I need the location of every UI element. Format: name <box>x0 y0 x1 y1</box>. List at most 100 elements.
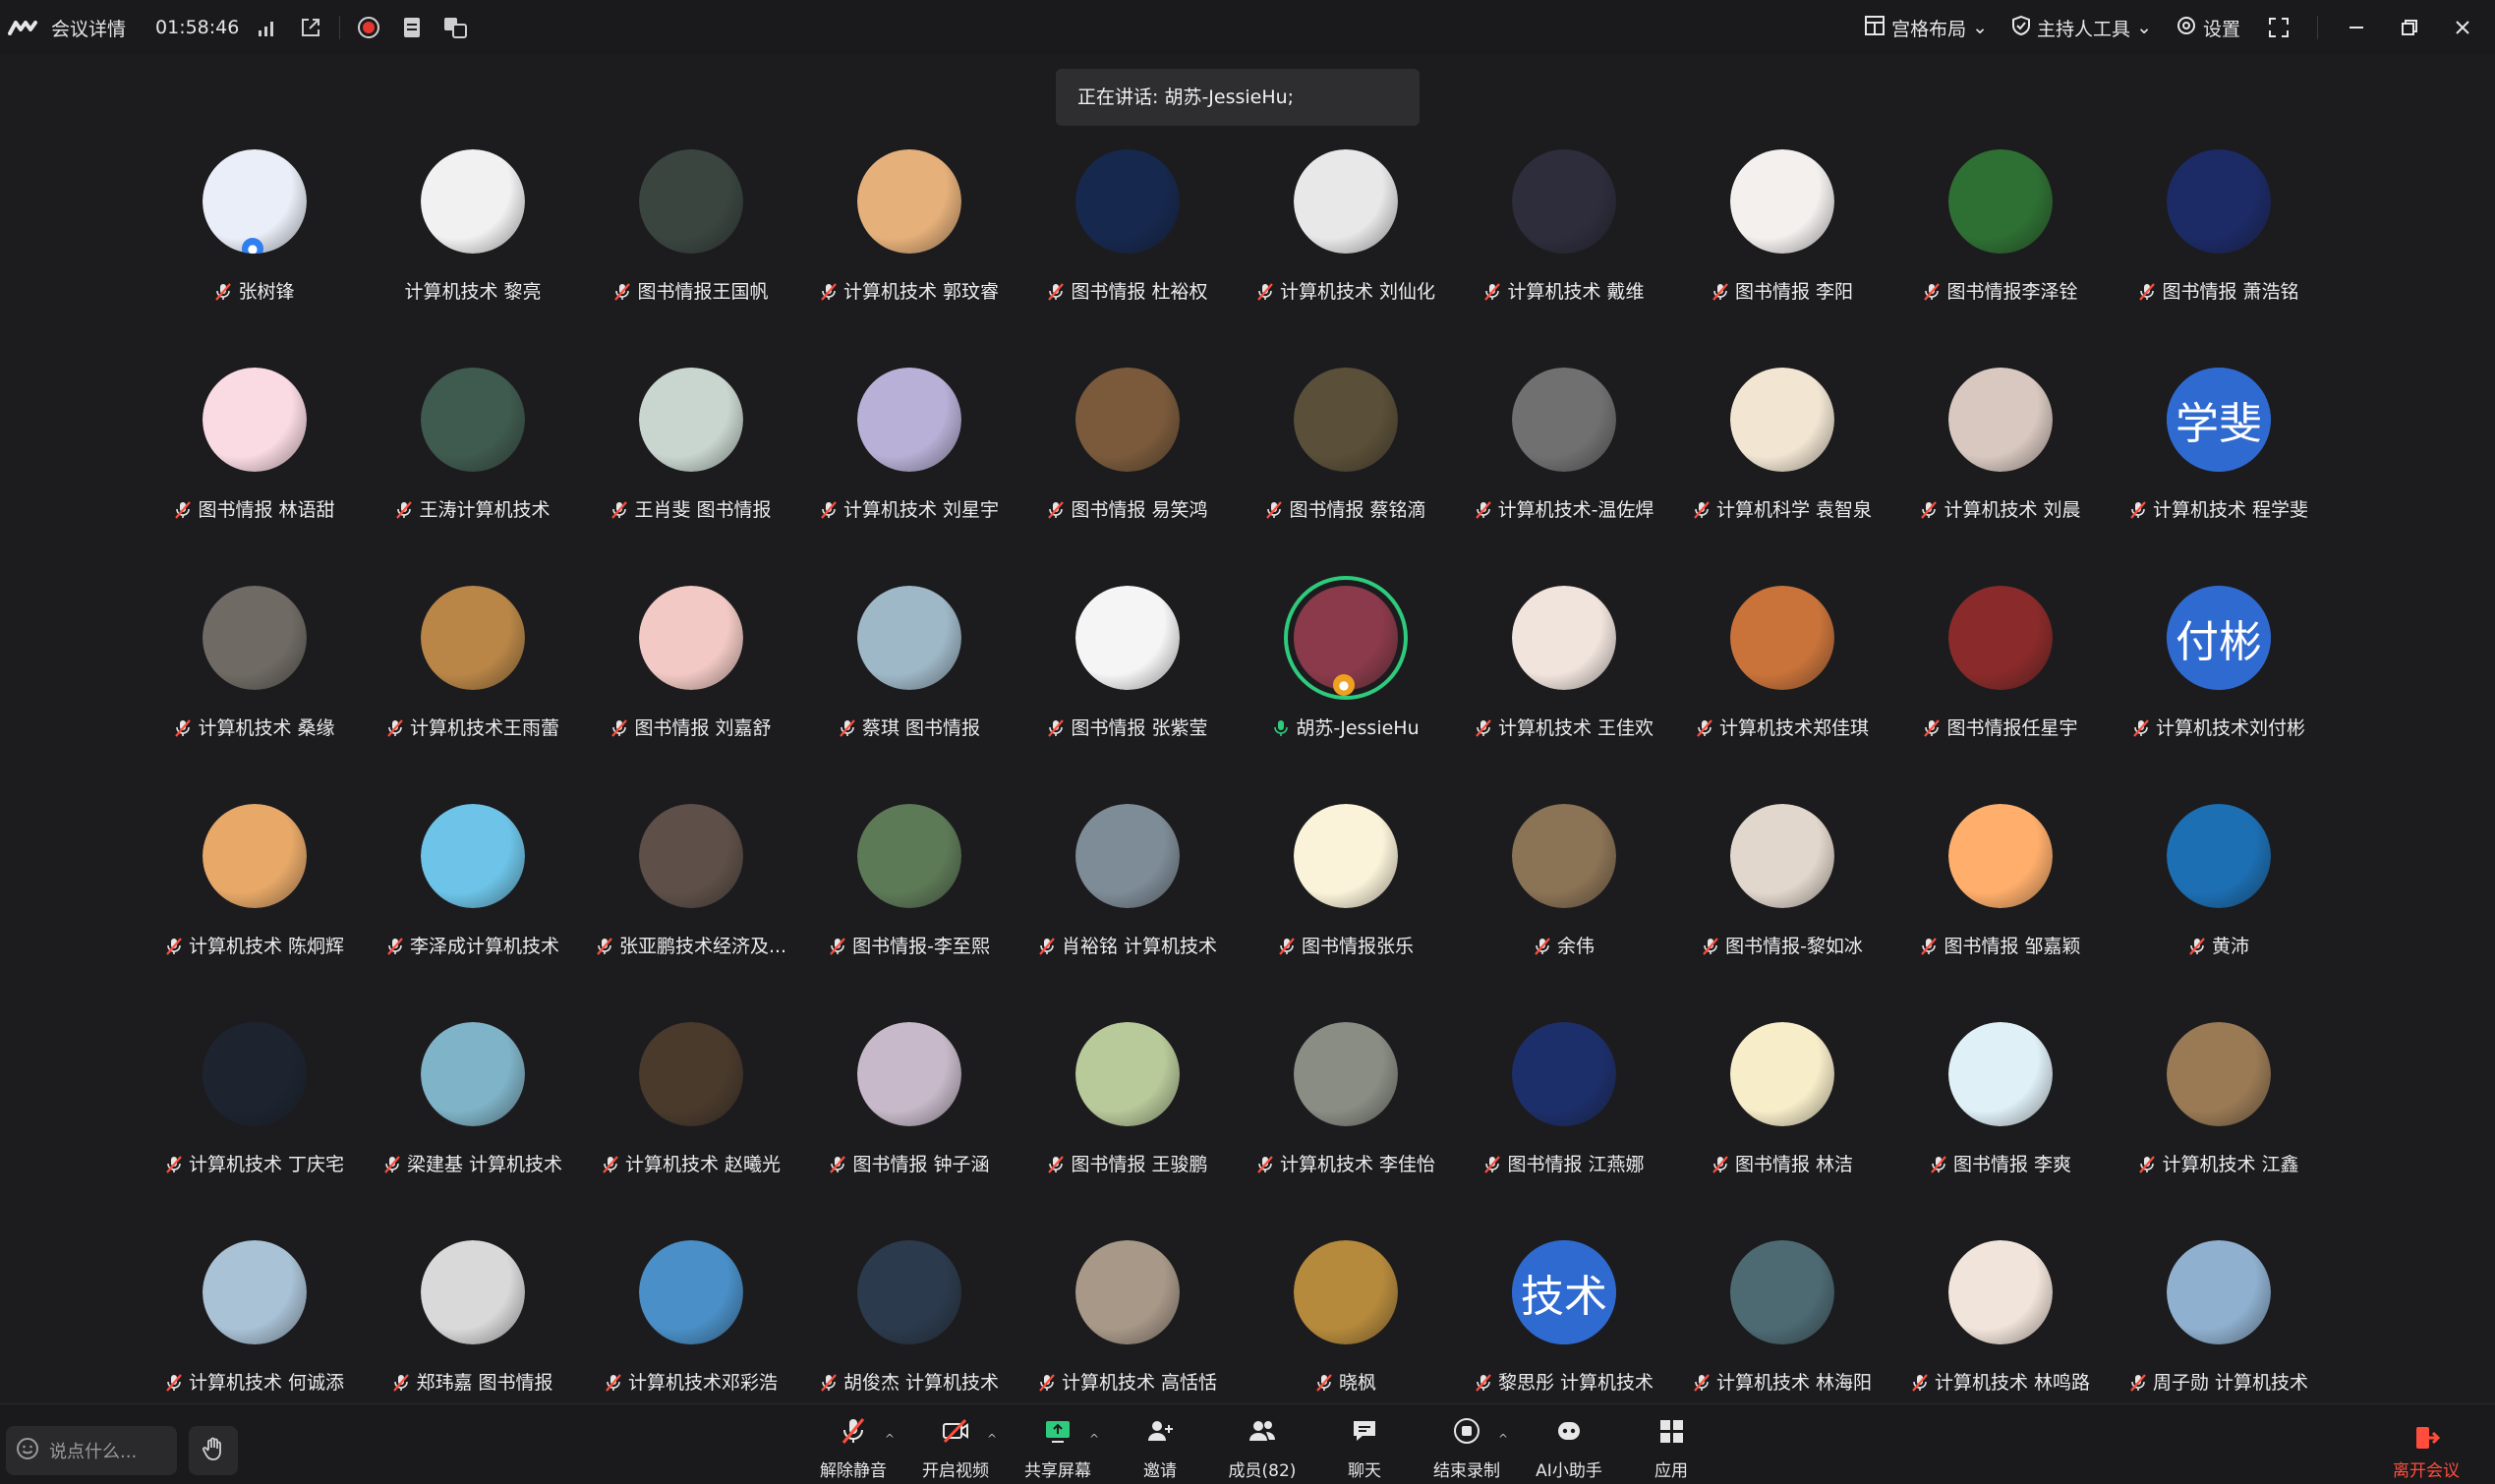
host-tools-dropdown[interactable]: 主持人工具 ⌄ <box>2011 15 2152 41</box>
participant-tile[interactable]: 图书情报张乐 <box>1237 804 1455 1022</box>
avatar[interactable] <box>1948 149 2053 254</box>
avatar[interactable]: 付彬 <box>2167 586 2271 690</box>
participant-tile[interactable]: 李泽成计算机技术 <box>364 804 582 1022</box>
emoji-icon[interactable] <box>16 1437 39 1465</box>
control-stop-record-button[interactable]: 结束录制 ^ <box>1420 1412 1514 1481</box>
participant-tile[interactable]: ● 张树锋 <box>145 149 364 368</box>
chevron-up-icon[interactable]: ^ <box>885 1432 895 1446</box>
control-share-screen-button[interactable]: 共享屏幕 ^ <box>1011 1412 1105 1481</box>
participant-tile[interactable]: 图书情报 蔡铭滴 <box>1237 368 1455 586</box>
participant-tile[interactable]: 图书情报 李爽 <box>1891 1022 2110 1240</box>
avatar[interactable] <box>1948 1240 2053 1344</box>
participant-tile[interactable]: 图书情报 杜裕权 <box>1018 149 1237 368</box>
participant-tile[interactable]: 黄沛 <box>2110 804 2328 1022</box>
participant-tile[interactable]: 图书情报 易笑鸿 <box>1018 368 1237 586</box>
settings-button[interactable]: 设置 <box>2176 15 2240 41</box>
chevron-up-icon[interactable]: ^ <box>1498 1432 1508 1446</box>
avatar[interactable] <box>639 1240 743 1344</box>
participant-tile[interactable]: 张亚鹏技术经济及... <box>582 804 800 1022</box>
avatar[interactable] <box>421 149 525 254</box>
avatar[interactable] <box>1075 586 1180 690</box>
avatar[interactable] <box>1294 1022 1398 1126</box>
avatar[interactable] <box>1512 586 1616 690</box>
avatar[interactable] <box>2167 1240 2271 1344</box>
participant-tile[interactable]: 蔡琪 图书情报 <box>800 586 1018 804</box>
avatar[interactable] <box>421 1240 525 1344</box>
avatar[interactable] <box>1730 149 1834 254</box>
avatar[interactable] <box>639 1022 743 1126</box>
avatar[interactable]: 学斐 <box>2167 368 2271 472</box>
avatar[interactable] <box>1730 368 1834 472</box>
participant-tile[interactable]: 计算机技术-温佐焊 <box>1455 368 1673 586</box>
avatar[interactable] <box>1294 1240 1398 1344</box>
participant-tile[interactable]: 图书情报 王骏鹏 <box>1018 1022 1237 1240</box>
avatar[interactable] <box>2167 149 2271 254</box>
fullscreen-icon[interactable] <box>2264 13 2293 42</box>
avatar[interactable] <box>1512 149 1616 254</box>
avatar[interactable]: ● <box>1284 576 1408 700</box>
raise-hand-button[interactable] <box>189 1426 238 1475</box>
participant-tile[interactable]: 计算机技术 丁庆宅 <box>145 1022 364 1240</box>
avatar[interactable] <box>421 804 525 908</box>
avatar[interactable] <box>1948 368 2053 472</box>
participant-tile[interactable]: 计算机技术 黎亮 <box>364 149 582 368</box>
leave-meeting-button[interactable]: 离开会议 <box>2387 1412 2466 1481</box>
participant-tile[interactable]: 图书情报-李至熙 <box>800 804 1018 1022</box>
avatar[interactable]: 技术 <box>1512 1240 1616 1344</box>
chevron-up-icon[interactable]: ^ <box>987 1432 997 1446</box>
avatar[interactable] <box>639 368 743 472</box>
avatar[interactable] <box>1512 804 1616 908</box>
control-apps-button[interactable]: 应用 <box>1624 1412 1718 1481</box>
participant-tile[interactable]: 计算机技术 刘仙化 <box>1237 149 1455 368</box>
participant-tile[interactable]: 图书情报-黎如冰 <box>1673 804 1891 1022</box>
avatar[interactable] <box>2167 804 2271 908</box>
participant-tile[interactable]: 梁建基 计算机技术 <box>364 1022 582 1240</box>
avatar[interactable] <box>1075 368 1180 472</box>
avatar[interactable]: ● <box>203 149 307 254</box>
participant-tile[interactable]: 图书情报任星宇 <box>1891 586 2110 804</box>
control-chat-button[interactable]: 聊天 <box>1317 1412 1412 1481</box>
layout-dropdown[interactable]: 宫格布局 ⌄ <box>1864 15 1988 41</box>
avatar[interactable] <box>857 368 961 472</box>
participant-tile[interactable]: 图书情报 江燕娜 <box>1455 1022 1673 1240</box>
avatar[interactable] <box>1948 586 2053 690</box>
participant-tile[interactable]: 计算机技术 刘晨 <box>1891 368 2110 586</box>
avatar[interactable] <box>203 368 307 472</box>
control-video-off-button[interactable]: 开启视频 ^ <box>908 1412 1003 1481</box>
avatar[interactable] <box>2167 1022 2271 1126</box>
participant-tile[interactable]: 计算机技术 刘星宇 <box>800 368 1018 586</box>
participant-tile[interactable]: 学斐 计算机技术 程学斐 <box>2110 368 2328 586</box>
participant-tile[interactable]: 计算机技术 赵曦光 <box>582 1022 800 1240</box>
participant-tile[interactable]: 图书情报 刘嘉舒 <box>582 586 800 804</box>
avatar[interactable] <box>203 804 307 908</box>
avatar[interactable] <box>1948 1022 2053 1126</box>
avatar[interactable] <box>1075 1022 1180 1126</box>
avatar[interactable] <box>857 149 961 254</box>
participant-tile[interactable]: 付彬 计算机技术刘付彬 <box>2110 586 2328 804</box>
avatar[interactable] <box>1294 804 1398 908</box>
participant-tile[interactable]: 图书情报 李阳 <box>1673 149 1891 368</box>
avatar[interactable] <box>1075 804 1180 908</box>
recording-icon[interactable] <box>354 13 383 42</box>
control-ai-assistant-button[interactable]: AI小助手 <box>1522 1412 1616 1481</box>
meeting-details-link[interactable]: 会议详情 <box>51 15 126 41</box>
participant-tile[interactable]: 计算机技术郑佳琪 <box>1673 586 1891 804</box>
avatar[interactable] <box>203 586 307 690</box>
avatar[interactable] <box>1730 1240 1834 1344</box>
avatar[interactable] <box>639 804 743 908</box>
control-members-button[interactable]: 成员(82) <box>1215 1412 1309 1481</box>
participant-tile[interactable]: 计算机技术 郭玟睿 <box>800 149 1018 368</box>
minimize-icon[interactable] <box>2342 13 2371 42</box>
participant-tile[interactable]: 图书情报 邹嘉颖 <box>1891 804 2110 1022</box>
avatar[interactable] <box>1730 1022 1834 1126</box>
participant-tile[interactable]: 计算机技术 戴维 <box>1455 149 1673 368</box>
participant-tile[interactable]: 王涛计算机技术 <box>364 368 582 586</box>
control-invite-button[interactable]: 邀请 <box>1113 1412 1207 1481</box>
avatar[interactable] <box>1730 586 1834 690</box>
control-mic-off-button[interactable]: 解除静音 ^ <box>806 1412 900 1481</box>
avatar[interactable] <box>203 1240 307 1344</box>
avatar[interactable] <box>1512 1022 1616 1126</box>
avatar[interactable] <box>1948 804 2053 908</box>
participant-tile[interactable]: 图书情报 钟子涵 <box>800 1022 1018 1240</box>
close-icon[interactable] <box>2448 13 2477 42</box>
